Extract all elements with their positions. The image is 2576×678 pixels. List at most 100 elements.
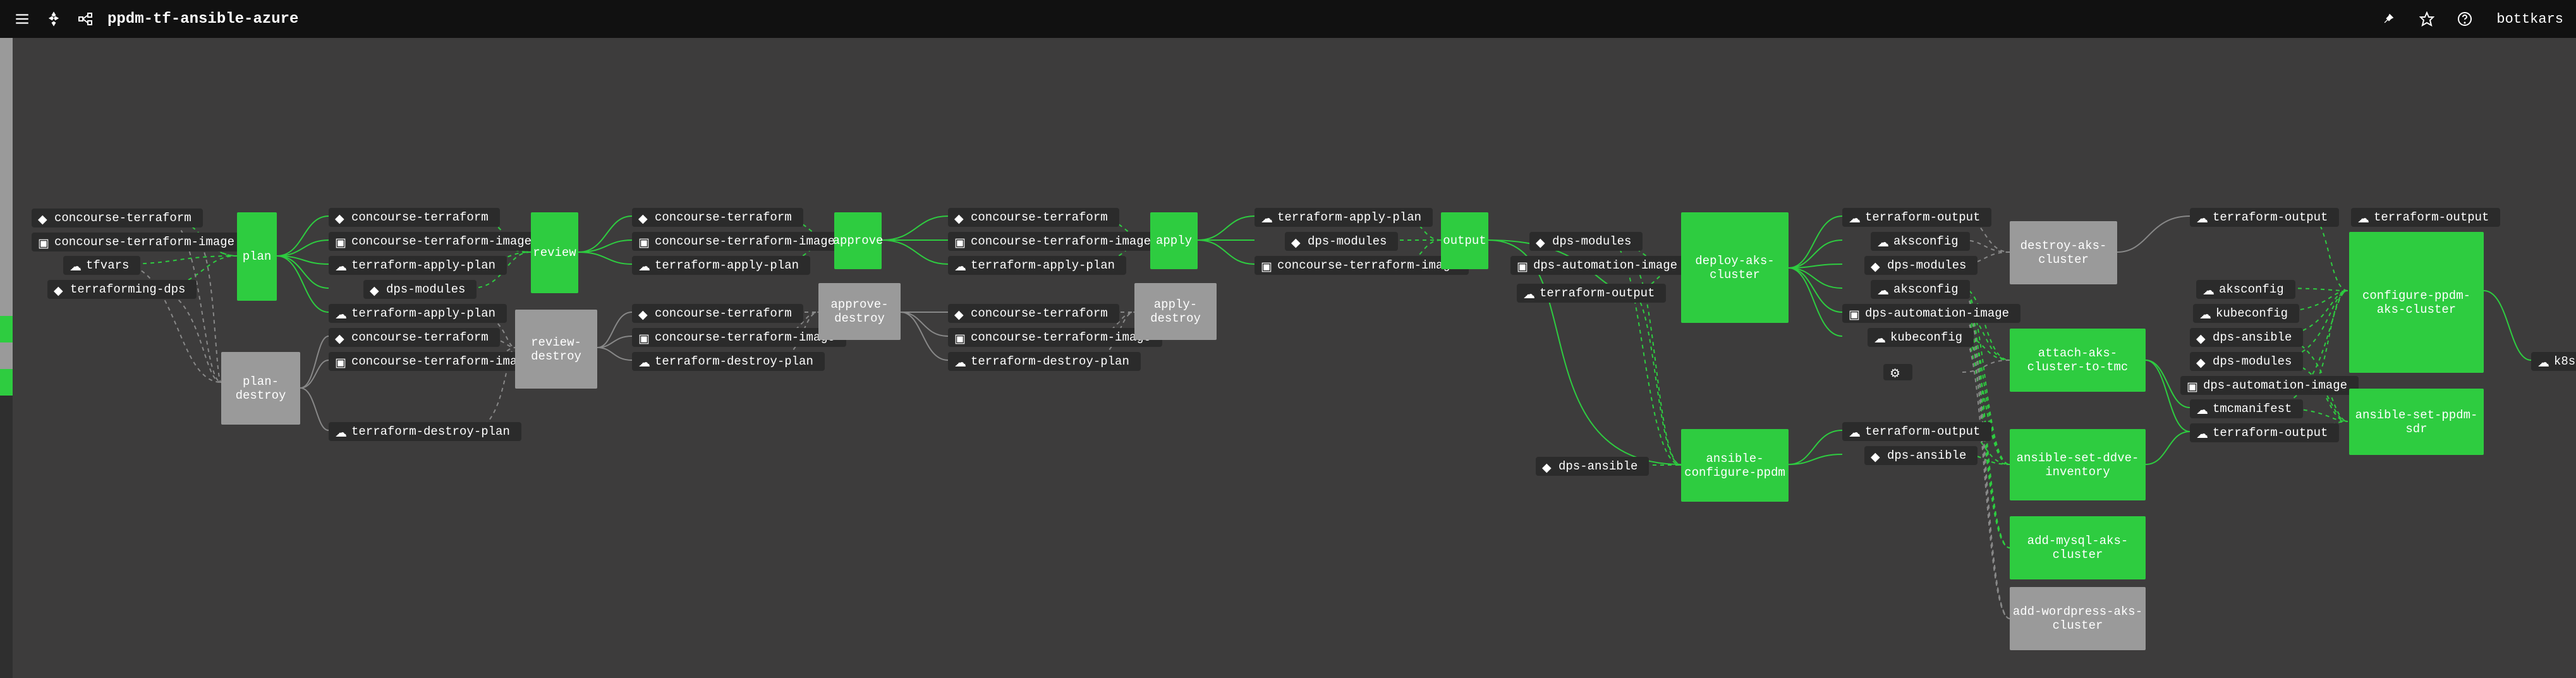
job-deploy-aks-cluster[interactable]: deploy-aks-cluster <box>1681 212 1789 323</box>
resource-terraforming-dps[interactable]: ◆terraforming-dps <box>47 280 197 299</box>
job-add-mysql-aks-cluster[interactable]: add-mysql-aks-cluster <box>2010 516 2146 579</box>
resource-concourse-terraform[interactable]: ◆concourse-terraform <box>32 209 203 227</box>
sidebar-segment[interactable] <box>0 369 13 396</box>
resource-concourse-terraform-image[interactable]: ▣concourse-terraform-image <box>329 232 543 251</box>
resource-concourse-terraform[interactable]: ◆concourse-terraform <box>632 208 803 227</box>
resource-terraform-destroy-plan[interactable]: ☁terraform-destroy-plan <box>329 422 521 441</box>
job-label: ansible-configure-ppdm <box>1684 452 1786 480</box>
git-icon: ◆ <box>1291 236 1303 247</box>
resource-terraform-apply-plan[interactable]: ☁terraform-apply-plan <box>329 256 507 275</box>
resource-concourse-terraform-image[interactable]: ▣concourse-terraform-image <box>948 328 1162 347</box>
cloud-icon: ☁ <box>638 356 650 367</box>
pipeline-title[interactable]: ppdm-tf-ansible-azure <box>107 11 298 28</box>
git-icon: ◆ <box>38 212 49 224</box>
registry-icon: ▣ <box>335 236 346 247</box>
job-output[interactable]: output <box>1441 212 1488 269</box>
resource-concourse-terraform[interactable]: ◆concourse-terraform <box>329 328 500 347</box>
resource-terraform-apply-plan[interactable]: ☁terraform-apply-plan <box>329 304 507 323</box>
resource-terraform-output[interactable]: ☁terraform-output <box>1842 208 1991 227</box>
resource-dps-modules[interactable]: ◆ dps-modules <box>1285 232 1398 251</box>
job-review-destroy[interactable]: review-destroy <box>515 310 597 389</box>
resource-tfvars[interactable]: ☁tfvars <box>63 256 140 275</box>
resource-terraform-destroy-plan[interactable]: ☁terraform-destroy-plan <box>948 352 1141 371</box>
resource-aksconfig[interactable]: ☁aksconfig <box>2196 280 2295 299</box>
resource-concourse-terraform-image[interactable]: ▣concourse-terraform-image <box>32 233 246 251</box>
job-attach-aks-cluster-to-tmc[interactable]: attach-aks-cluster-to-tmc <box>2010 329 2146 392</box>
resource-dps-ansible[interactable]: ◆dps-ansible <box>2190 328 2303 347</box>
resource-label: dps-modules <box>2213 354 2292 368</box>
job-configure-ppdm-aks-cluster[interactable]: configure-ppdm-aks-cluster <box>2349 232 2484 373</box>
resource-settings[interactable]: ⚙ <box>1883 364 1912 380</box>
user-menu[interactable]: bottkars <box>2496 11 2563 27</box>
resource-dps-automation-image[interactable]: ▣dps-automation-image <box>1842 304 2020 323</box>
sidebar-segment[interactable] <box>0 342 13 369</box>
job-plan-destroy[interactable]: plan-destroy <box>221 352 300 425</box>
registry-icon: ▣ <box>638 236 650 247</box>
resource-dps-ansible[interactable]: ◆dps-ansible <box>1864 446 1978 465</box>
resource-terraform-output[interactable]: ☁terraform-output <box>2351 208 2500 227</box>
job-approve[interactable]: approve <box>834 212 882 269</box>
job-ansible-set-ppdm-sdr[interactable]: ansible-set-ppdm-sdr <box>2349 389 2484 455</box>
resource-kubeconfig[interactable]: ☁kubeconfig <box>2193 304 2299 323</box>
resource-concourse-terraform[interactable]: ◆concourse-terraform <box>948 304 1119 323</box>
favorite-icon[interactable] <box>2414 6 2439 32</box>
resource-label: terraform-apply-plan <box>351 258 495 272</box>
job-ansible-set-ddve-inventory[interactable]: ansible-set-ddve-inventory <box>2010 429 2146 500</box>
job-apply[interactable]: apply <box>1150 212 1198 269</box>
resource-dps-automation-image[interactable]: ▣dps-automation-image <box>2180 376 2359 395</box>
resource-concourse-terraform-image[interactable]: ▣ concourse-terraform-image <box>948 232 1162 251</box>
job-ansible-configure-ppdm[interactable]: ansible-configure-ppdm <box>1681 429 1789 502</box>
menu-icon[interactable] <box>13 9 32 28</box>
resource-dps-modules[interactable]: ◆dps-modules <box>1529 232 1643 251</box>
resource-concourse-terraform[interactable]: ◆concourse-terraform <box>632 304 803 323</box>
job-label: review-destroy <box>518 336 595 363</box>
resource-label: concourse-terraform-image <box>971 234 1151 248</box>
job-label: ansible-set-ddve-inventory <box>2012 451 2143 479</box>
git-icon: ◆ <box>638 308 650 319</box>
pin-icon[interactable] <box>2376 6 2402 32</box>
job-plan[interactable]: plan <box>237 212 277 301</box>
job-label: destroy-aks-cluster <box>2012 239 2115 267</box>
resource-terraform-apply-plan[interactable]: ☁terraform-apply-plan <box>948 256 1126 275</box>
cloud-icon: ☁ <box>1523 288 1534 299</box>
resource-dps-automation-image[interactable]: ▣dps-automation-image <box>1510 256 1689 275</box>
resource-concourse-terraform-image[interactable]: ▣concourse-terraform-image <box>1255 256 1469 275</box>
pipeline-canvas[interactable]: ◆concourse-terraform ▣ concourse-terrafor… <box>13 38 2576 678</box>
resource-concourse-terraform-image[interactable]: ▣concourse-terraform-image <box>632 328 846 347</box>
resource-terraform-output[interactable]: ☁terraform-output <box>1842 422 1991 441</box>
resource-concourse-terraform-image[interactable]: ▣concourse-terraform-image <box>632 232 846 251</box>
resource-terraform-destroy-plan[interactable]: ☁terraform-destroy-plan <box>632 352 825 371</box>
resource-aksconfig[interactable]: ☁aksconfig <box>1871 280 1970 299</box>
resource-terraform-output[interactable]: ☁terraform-output <box>1517 284 1666 303</box>
resource-label: terraform-output <box>1865 425 1980 439</box>
job-label: approve <box>833 234 884 248</box>
resource-aksconfig[interactable]: ☁aksconfig <box>1871 232 1970 251</box>
job-destroy-aks-cluster[interactable]: destroy-aks-cluster <box>2010 221 2117 284</box>
job-add-wordpress-aks-cluster[interactable]: add-wordpress-aks-cluster <box>2010 587 2146 650</box>
resource-concourse-terraform-image[interactable]: ▣concourse-terraform-image <box>329 352 543 371</box>
resource-label: tfvars <box>86 258 129 272</box>
registry-icon: ▣ <box>954 236 966 247</box>
resource-tmcmanifest[interactable]: ☁tmcmanifest <box>2190 399 2303 418</box>
resource-dps-modules[interactable]: ◆dps-modules <box>2190 352 2303 371</box>
resource-concourse-terraform[interactable]: ◆concourse-terraform <box>329 208 500 227</box>
resource-terraform-output[interactable]: ☁terraform-output <box>2190 208 2339 227</box>
resource-terraform-apply-plan[interactable]: ☁terraform-apply-plan <box>632 256 810 275</box>
sidebar-segment[interactable] <box>0 38 13 316</box>
job-review[interactable]: review <box>531 212 578 293</box>
resource-label: dps-modules <box>1308 234 1387 248</box>
job-apply-destroy[interactable]: apply-destroy <box>1134 283 1217 340</box>
job-approve-destroy[interactable]: approve-destroy <box>818 283 901 340</box>
resource-dps-ansible[interactable]: ◆dps-ansible <box>1536 457 1649 476</box>
resource-terraform-apply-plan[interactable]: ☁terraform-apply-plan <box>1255 208 1433 227</box>
resource-kubeconfig[interactable]: ☁kubeconfig <box>1868 328 1974 347</box>
concourse-logo-icon[interactable] <box>44 9 63 28</box>
resource-k8stoken[interactable]: ☁k8stoken <box>2531 352 2576 371</box>
resource-terraform-output[interactable]: ☁terraform-output <box>2190 423 2339 442</box>
help-icon[interactable] <box>2452 6 2477 32</box>
resource-label: terraform-apply-plan <box>971 258 1115 272</box>
sidebar-segment[interactable] <box>0 316 13 342</box>
resource-dps-modules[interactable]: ◆dps-modules <box>363 280 477 299</box>
resource-concourse-terraform[interactable]: ◆concourse-terraform <box>948 208 1119 227</box>
resource-dps-modules[interactable]: ◆dps-modules <box>1864 256 1978 275</box>
